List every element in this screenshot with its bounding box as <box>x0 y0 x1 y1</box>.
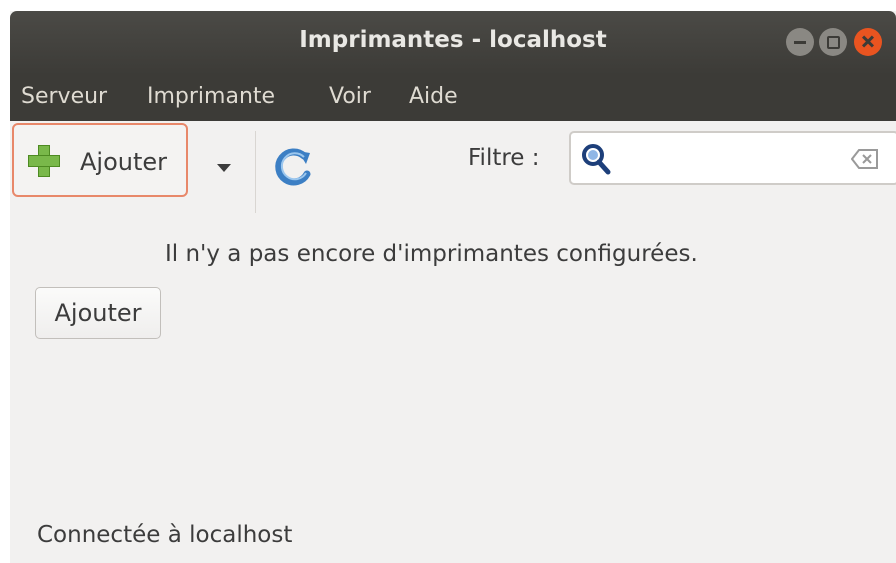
filter-search-box[interactable] <box>569 131 896 185</box>
toolbar-separator <box>255 131 256 213</box>
title-bar[interactable]: Imprimantes - localhost <box>10 11 896 75</box>
minimize-icon[interactable] <box>786 28 814 56</box>
add-printer-button[interactable]: Ajouter <box>35 287 161 339</box>
status-text: Connectée à localhost <box>37 522 293 548</box>
close-icon[interactable] <box>854 28 882 56</box>
empty-printers-message: Il n'y a pas encore d'imprimantes config… <box>165 241 698 267</box>
menu-voir[interactable]: Voir <box>329 84 371 109</box>
filter-label: Filtre : <box>468 145 540 171</box>
window-title: Imprimantes - localhost <box>299 27 607 53</box>
filter-input[interactable] <box>619 139 853 179</box>
maximize-icon[interactable] <box>819 28 847 56</box>
chevron-down-icon[interactable] <box>217 164 231 172</box>
refresh-icon[interactable] <box>274 147 314 187</box>
menu-aide[interactable]: Aide <box>409 84 458 109</box>
plus-icon <box>28 145 60 177</box>
menu-bar: Serveur Imprimante Voir Aide <box>10 75 896 121</box>
menu-imprimante[interactable]: Imprimante <box>147 84 275 109</box>
add-printer-toolbar-button[interactable]: Ajouter <box>12 123 188 197</box>
search-icon <box>582 144 611 175</box>
printers-window: Imprimantes - localhost Serveur Impriman… <box>10 11 896 563</box>
toolbar: Ajouter Filtre : <box>10 121 896 213</box>
menu-serveur[interactable]: Serveur <box>21 84 107 109</box>
clear-icon[interactable] <box>851 148 879 170</box>
add-button-label: Ajouter <box>80 148 168 176</box>
